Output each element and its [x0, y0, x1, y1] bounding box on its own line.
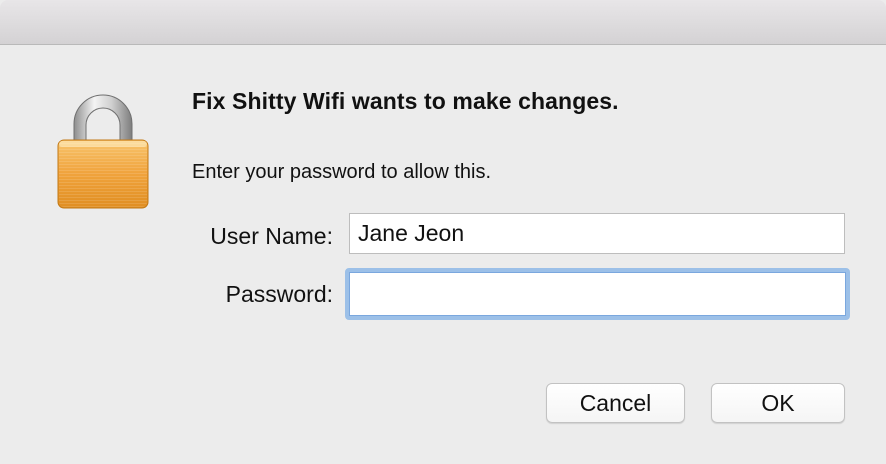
lock-icon: [52, 86, 154, 212]
dialog-headline: Fix Shitty Wifi wants to make changes.: [192, 88, 619, 114]
window-titlebar[interactable]: [0, 0, 886, 45]
password-field[interactable]: [345, 268, 850, 320]
ok-button[interactable]: OK: [711, 383, 845, 423]
password-label: Password:: [225, 281, 333, 307]
username-label: User Name:: [210, 223, 333, 249]
dialog-subtext: Enter your password to allow this.: [192, 161, 492, 183]
cancel-button[interactable]: Cancel: [546, 383, 685, 423]
username-field[interactable]: [349, 213, 845, 254]
